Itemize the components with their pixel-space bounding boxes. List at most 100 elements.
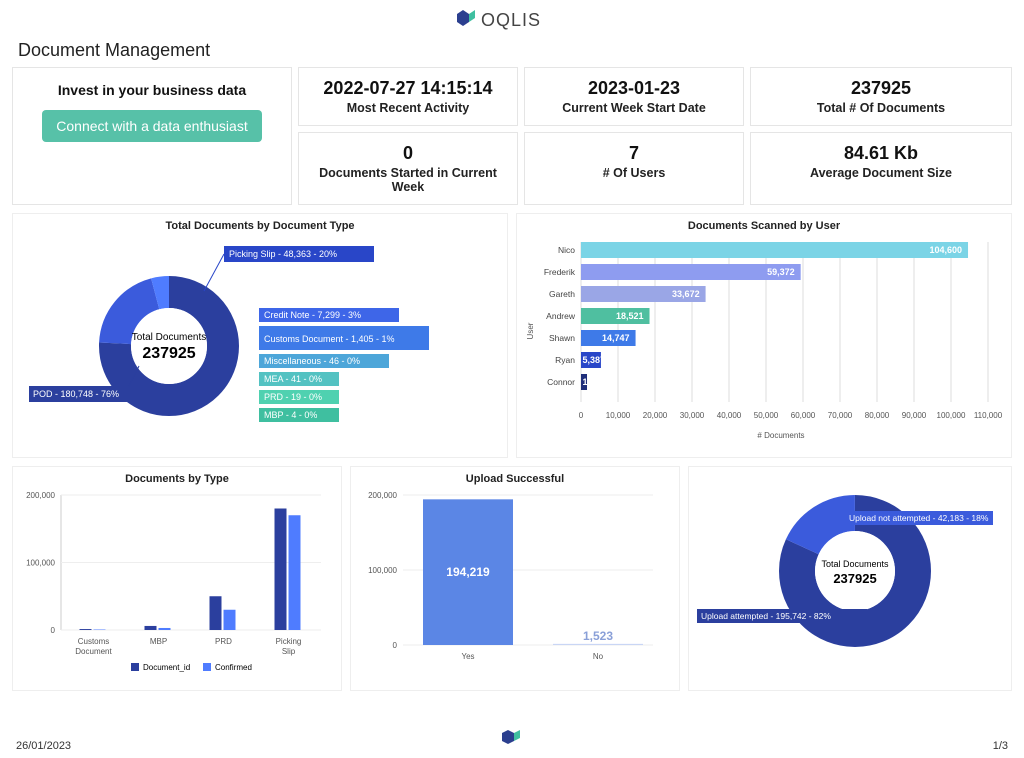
svg-text:100,000: 100,000	[26, 559, 55, 568]
donut-center-value: 237925	[142, 345, 195, 362]
bar	[210, 596, 222, 630]
metric-week-start: 2023-01-23 Current Week Start Date	[524, 67, 744, 126]
svg-text:100,000: 100,000	[937, 411, 966, 420]
bar	[80, 629, 92, 630]
chart-upload-attempt-donut: Total Documents 237925 Upload not attemp…	[688, 466, 1012, 691]
svg-text:Yes: Yes	[461, 652, 474, 661]
callout-upload-not-attempted: Upload not attempted - 42,183 - 18%	[845, 511, 993, 525]
bar	[145, 626, 157, 630]
upload-bar-svg: 0100,000200,000 194,2191,523 YesNo	[357, 489, 677, 679]
cta-connect-button[interactable]: Connect with a data enthusiast	[42, 110, 261, 142]
bar-label: 14,747	[602, 333, 630, 343]
donut-center-value: 237925	[833, 571, 876, 586]
svg-text:50,000: 50,000	[754, 411, 779, 420]
svg-text:0: 0	[51, 626, 56, 635]
bar-label: 1,523	[583, 629, 613, 643]
bar-category: Frederik	[544, 267, 576, 277]
svg-text:200,000: 200,000	[26, 491, 55, 500]
metric-value: 2022-07-27 14:15:14	[307, 78, 509, 99]
donut-svg: Total Documents 237925 POD - 180,748 - 7…	[19, 236, 499, 446]
chart-title: Upload Successful	[357, 473, 673, 485]
metric-label: Total # Of Documents	[759, 101, 1003, 115]
svg-text:Miscellaneous - 46 - 0%: Miscellaneous - 46 - 0%	[264, 356, 360, 366]
metric-avg-size: 84.61 Kb Average Document Size	[750, 132, 1012, 205]
chart-docs-by-type-donut: Total Documents by Document Type Total D…	[12, 213, 508, 458]
callout-customs: Customs Document - 1,405 - 1%	[259, 326, 429, 350]
callout-picking-slip: Picking Slip - 48,363 - 20%	[204, 246, 374, 291]
svg-text:MBP: MBP	[150, 637, 167, 646]
bar-label: 33,672	[672, 289, 700, 299]
bar-category: Ryan	[555, 355, 575, 365]
brand-text: OQLIS	[481, 10, 541, 30]
svg-text:Document: Document	[75, 647, 112, 656]
callout-misc: Miscellaneous - 46 - 0%	[259, 354, 389, 368]
svg-text:Customs Document - 1,405 - 1%: Customs Document - 1,405 - 1%	[264, 334, 395, 344]
donut-center-label: Total Documents	[821, 559, 889, 569]
oqlis-logo-icon: OQLIS	[457, 8, 567, 32]
chart-scanned-by-user: Documents Scanned by User 104,600 Nico 59,…	[516, 213, 1012, 458]
metric-value: 2023-01-23	[533, 78, 735, 99]
metrics-grid: 2022-07-27 14:15:14 Most Recent Activity…	[12, 67, 1012, 205]
metric-docs-started: 0 Documents Started in Current Week	[298, 132, 518, 205]
svg-text:Picking Slip - 48,363 - 20%: Picking Slip - 48,363 - 20%	[229, 249, 337, 259]
svg-text:80,000: 80,000	[865, 411, 890, 420]
page-title: Document Management	[18, 40, 1012, 61]
bar-label: 59,372	[767, 267, 795, 277]
svg-text:0: 0	[393, 641, 398, 650]
footer-page: 1/3	[993, 740, 1008, 752]
svg-text:70,000: 70,000	[828, 411, 853, 420]
svg-text:200,000: 200,000	[368, 491, 397, 500]
metric-value: 237925	[759, 78, 1003, 99]
svg-text:PRD - 19 - 0%: PRD - 19 - 0%	[264, 392, 322, 402]
chart-upload-successful: Upload Successful 0100,000200,000 194,21…	[350, 466, 680, 691]
svg-text:Slip: Slip	[282, 647, 296, 656]
brand-logo-header: OQLIS	[12, 6, 1012, 38]
svg-text:10,000: 10,000	[606, 411, 631, 420]
svg-text:POD - 180,748 - 76%: POD - 180,748 - 76%	[33, 389, 119, 399]
bar-category: Nico	[558, 245, 575, 255]
bar-label: 5,387	[582, 355, 605, 365]
bar-category: Gareth	[549, 289, 575, 299]
callout-credit-note: Credit Note - 7,299 - 3%	[259, 308, 399, 322]
cta-card: Invest in your business data Connect wit…	[12, 67, 292, 205]
chart-title: Documents Scanned by User	[523, 220, 1005, 232]
svg-text:Picking: Picking	[276, 637, 302, 646]
metric-num-users: 7 # Of Users	[524, 132, 744, 205]
svg-text:Upload not attempted - 42,183: Upload not attempted - 42,183 - 18%	[849, 513, 989, 523]
donut2-svg: Total Documents 237925 Upload not attemp…	[695, 471, 995, 671]
bar-label: 104,600	[929, 245, 962, 255]
bar-category: Connor	[547, 377, 575, 387]
callout-upload-attempted: Upload attempted - 195,742 - 82%	[697, 609, 867, 623]
footer-logo-icon	[502, 729, 522, 754]
bar-No	[553, 644, 643, 645]
svg-text:MBP - 4 - 0%: MBP - 4 - 0%	[264, 410, 317, 420]
metric-label: Most Recent Activity	[307, 101, 509, 115]
bar	[159, 628, 171, 630]
svg-text:60,000: 60,000	[791, 411, 816, 420]
y-axis-label: User	[526, 322, 535, 339]
bar-label: 1,626	[582, 377, 605, 387]
svg-text:20,000: 20,000	[643, 411, 668, 420]
chart-title: Total Documents by Document Type	[19, 220, 501, 232]
metric-label: # Of Users	[533, 166, 735, 180]
metric-value: 0	[307, 143, 509, 164]
metric-label: Average Document Size	[759, 166, 1003, 180]
svg-text:No: No	[593, 652, 604, 661]
metric-total-docs: 237925 Total # Of Documents	[750, 67, 1012, 126]
bar-category: Shawn	[549, 333, 575, 343]
bar	[275, 509, 287, 631]
hbar-svg: 104,600Nico59,372Frederik33,672Gareth18,…	[523, 236, 1003, 446]
metric-value: 84.61 Kb	[759, 143, 1003, 164]
svg-text:PRD: PRD	[215, 637, 232, 646]
bar-Nico	[581, 242, 968, 258]
metric-recent-activity: 2022-07-27 14:15:14 Most Recent Activity	[298, 67, 518, 126]
callout-mbp: MBP - 4 - 0%	[259, 408, 339, 422]
svg-text:Credit Note - 7,299 - 3%: Credit Note - 7,299 - 3%	[264, 310, 361, 320]
svg-text:90,000: 90,000	[902, 411, 927, 420]
x-axis-label: # Documents	[757, 431, 804, 440]
svg-text:0: 0	[579, 411, 584, 420]
metric-label: Current Week Start Date	[533, 101, 735, 115]
bar-category: Andrew	[546, 311, 576, 321]
cta-title: Invest in your business data	[21, 82, 283, 98]
metric-value: 7	[533, 143, 735, 164]
